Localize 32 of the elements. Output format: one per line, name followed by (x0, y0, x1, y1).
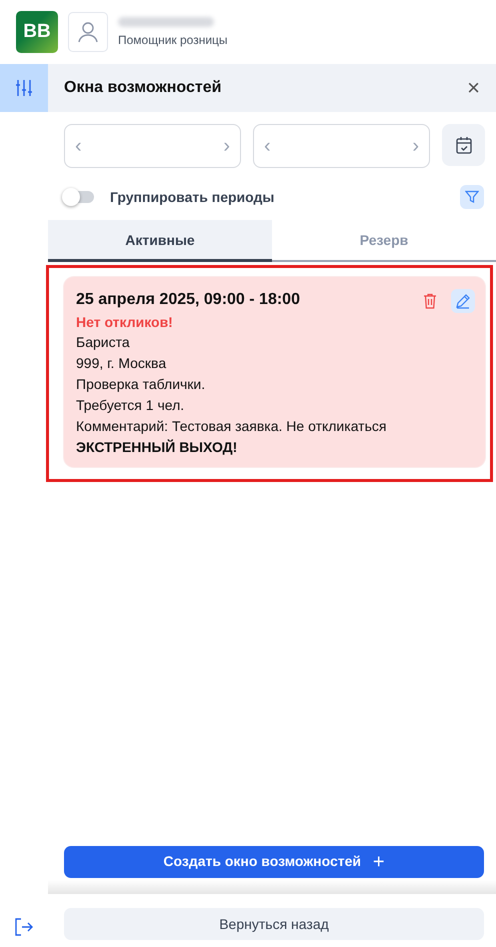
tab[interactable]: Активные (48, 220, 272, 262)
card-text: Требуется 1 чел. (76, 396, 186, 415)
back-button[interactable]: Вернуться назад (64, 908, 484, 940)
calendar-icon[interactable] (454, 135, 474, 155)
panel-title: Окна возможностей (64, 79, 222, 97)
prev-arrow[interactable]: ‹ (75, 134, 82, 158)
logo: BB (16, 11, 58, 53)
next-arrow[interactable]: › (412, 134, 419, 158)
filter-button[interactable] (460, 185, 484, 209)
card-text: Проверка таблички. (76, 375, 206, 394)
exit-icon[interactable] (14, 917, 34, 937)
pencil-icon[interactable] (455, 293, 471, 309)
group-toggle[interactable] (64, 191, 94, 203)
calendar-button[interactable] (442, 124, 485, 166)
sliders-icon[interactable] (0, 64, 48, 112)
avatar-icon[interactable] (68, 12, 108, 52)
card-text: 999, г. Москва (76, 354, 168, 373)
date-field[interactable]: ‹ › (64, 124, 241, 168)
date-field[interactable]: ‹ › (253, 124, 430, 168)
card-title: 25 апреля 2025, 09:00 - 18:00 (76, 291, 300, 309)
alert-text: Нет откликов! (76, 313, 174, 332)
card-text: Комментарий: Тестовая заявка. Не откликаться (76, 417, 388, 436)
user-role: Помощник розницы (118, 33, 228, 47)
prev-arrow[interactable]: ‹ (264, 134, 271, 158)
filter-icon[interactable] (465, 190, 479, 204)
next-arrow[interactable]: › (223, 134, 230, 158)
trash-icon[interactable] (423, 293, 437, 309)
emphasis-text: ЭКСТРЕННЫЙ ВЫХОД! (76, 438, 238, 457)
card-text: Бариста (76, 333, 131, 352)
toggle-label: Группировать периоды (110, 189, 276, 205)
edit-button[interactable] (451, 289, 475, 313)
close-button[interactable]: × (467, 75, 480, 101)
